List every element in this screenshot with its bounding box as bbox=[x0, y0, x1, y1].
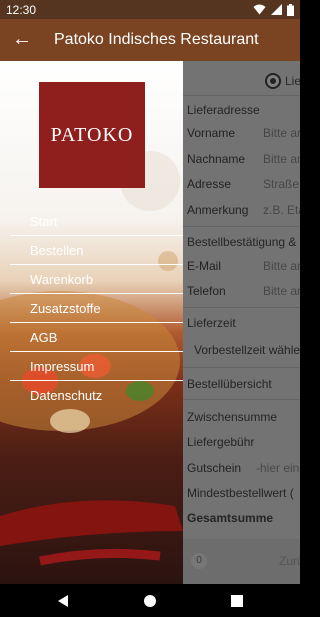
menu-item-impressum[interactable]: Impressum bbox=[10, 351, 183, 381]
battery-icon bbox=[287, 3, 294, 16]
wifi-icon bbox=[253, 4, 266, 15]
app-bar: ← Patoko Indisches Restaurant bbox=[0, 19, 300, 61]
navigation-drawer: PATOKO Start Bestellen Warenkorb Zusatzs… bbox=[0, 61, 183, 584]
menu-item-start[interactable]: Start bbox=[10, 207, 183, 236]
menu-item-label: Warenkorb bbox=[30, 272, 94, 287]
back-nav-icon[interactable] bbox=[53, 592, 73, 610]
menu-item-warenkorb[interactable]: Warenkorb bbox=[10, 264, 183, 294]
status-bar: 12:30 bbox=[0, 0, 300, 19]
menu-item-bestellen[interactable]: Bestellen bbox=[10, 235, 183, 265]
menu-item-label: Start bbox=[30, 214, 58, 229]
status-icons bbox=[253, 3, 294, 16]
content-area: Lie Lieferadresse Vorname Bitte an Nachn… bbox=[0, 61, 300, 584]
app-title: Patoko Indisches Restaurant bbox=[54, 31, 259, 48]
system-navigation-bar bbox=[0, 584, 300, 617]
menu-item-label: Zusatzstoffe bbox=[30, 301, 101, 316]
recents-nav-icon[interactable] bbox=[227, 592, 247, 610]
menu-item-label: AGB bbox=[30, 330, 58, 345]
menu-item-datenschutz[interactable]: Datenschutz bbox=[10, 380, 183, 410]
restaurant-logo: PATOKO bbox=[39, 82, 145, 188]
menu-item-label: Bestellen bbox=[30, 243, 84, 258]
menu-item-label: Datenschutz bbox=[30, 388, 103, 403]
back-arrow-icon[interactable]: ← bbox=[12, 28, 32, 50]
home-nav-icon[interactable] bbox=[140, 592, 160, 610]
menu-item-agb[interactable]: AGB bbox=[10, 322, 183, 352]
status-time: 12:30 bbox=[6, 3, 37, 17]
menu-item-label: Impressum bbox=[30, 359, 95, 374]
signal-icon bbox=[271, 4, 282, 15]
drawer-scrim[interactable] bbox=[183, 61, 300, 584]
menu-item-zusatzstoffe[interactable]: Zusatzstoffe bbox=[10, 293, 183, 323]
